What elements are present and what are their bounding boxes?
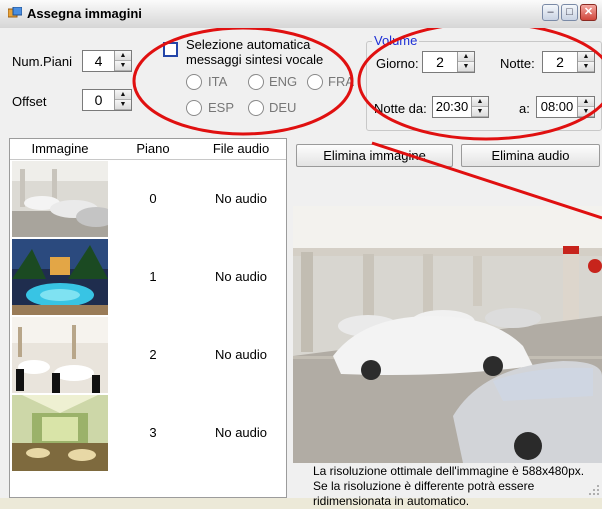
- offset-value: 0: [94, 92, 103, 108]
- num-piani-value: 4: [94, 53, 103, 69]
- row-piano: 0: [149, 191, 157, 206]
- table-row[interactable]: 2 No audio: [10, 316, 286, 394]
- giorno-value: 2: [436, 54, 444, 70]
- delete-audio-button[interactable]: Elimina audio: [461, 144, 600, 167]
- num-piani-stepper[interactable]: 4 ▲ ▼: [82, 50, 132, 72]
- minimize-button[interactable]: –: [542, 4, 559, 21]
- client-area: Num.Piani 4 ▲ ▼ Offset 0 ▲ ▼ Selezione a…: [0, 28, 602, 508]
- radio-ita[interactable]: [186, 74, 202, 90]
- notte-stepper[interactable]: 2 ▲ ▼: [542, 51, 595, 73]
- table-row[interactable]: 3 No audio: [10, 394, 286, 472]
- auto-selection-label-line1: Selezione automatica: [186, 37, 311, 52]
- giorno-arrows[interactable]: ▲ ▼: [457, 52, 474, 72]
- auto-selection-label-line2: messaggi sintesi vocale: [186, 52, 324, 67]
- column-header-immagine[interactable]: Immagine: [10, 141, 110, 156]
- maximize-button[interactable]: □: [561, 4, 578, 21]
- a-time[interactable]: 08:00 ▲ ▼: [536, 96, 595, 118]
- spin-down-icon[interactable]: ▼: [578, 107, 594, 117]
- spin-up-icon[interactable]: ▲: [115, 90, 131, 100]
- spin-up-icon[interactable]: ▲: [578, 52, 594, 62]
- spin-down-icon[interactable]: ▼: [115, 100, 131, 110]
- row-audio: No audio: [214, 269, 268, 284]
- grid-header: Immagine Piano File audio: [10, 139, 286, 160]
- row-audio: No audio: [214, 425, 268, 440]
- parking-garage-preview: [293, 206, 602, 463]
- offset-label: Offset: [12, 94, 47, 109]
- app-icon: [8, 7, 22, 18]
- resize-grip-icon[interactable]: [588, 484, 600, 496]
- radio-deu[interactable]: [248, 100, 264, 116]
- column-header-piano[interactable]: Piano: [110, 141, 196, 156]
- notte-da-label: Notte da:: [374, 101, 427, 116]
- volume-legend: Volume: [372, 33, 420, 48]
- notte-da-time[interactable]: 20:30 ▲ ▼: [432, 96, 489, 118]
- spin-up-icon[interactable]: ▲: [472, 97, 488, 107]
- radio-eng-label: ENG: [269, 74, 298, 89]
- row-piano: 3: [149, 425, 157, 440]
- spin-down-icon[interactable]: ▼: [578, 62, 594, 72]
- notte-da-value: 20:30: [435, 99, 469, 114]
- radio-esp-label: ESP: [208, 100, 235, 115]
- radio-fra[interactable]: [307, 74, 323, 90]
- notte-arrows[interactable]: ▲ ▼: [577, 52, 594, 72]
- table-row[interactable]: 1 No audio: [10, 238, 286, 316]
- giorno-stepper[interactable]: 2 ▲ ▼: [422, 51, 475, 73]
- pool-resort-thumbnail: [12, 239, 108, 315]
- offset-stepper[interactable]: 0 ▲ ▼: [82, 89, 132, 111]
- radio-ita-label: ITA: [208, 74, 228, 89]
- radio-deu-label: DEU: [269, 100, 297, 115]
- radio-fra-label: FRA: [328, 74, 354, 89]
- row-audio: No audio: [214, 191, 268, 206]
- delete-image-button[interactable]: Elimina immagine: [296, 144, 453, 167]
- num-piani-arrows[interactable]: ▲ ▼: [114, 51, 131, 71]
- parking-garage-thumbnail: [12, 161, 108, 237]
- banquet-hall-thumbnail: [12, 317, 108, 393]
- atrium-hall-thumbnail: [12, 395, 108, 471]
- spin-up-icon[interactable]: ▲: [578, 97, 594, 107]
- spin-down-icon[interactable]: ▼: [458, 62, 474, 72]
- spin-down-icon[interactable]: ▼: [115, 61, 131, 71]
- notte-value: 2: [556, 54, 564, 70]
- giorno-label: Giorno:: [376, 56, 419, 71]
- radio-eng[interactable]: [248, 74, 264, 90]
- image-grid[interactable]: Immagine Piano File audio 0 No audio 1 N…: [9, 138, 287, 498]
- title-bar[interactable]: Assegna immagini – □ ✕: [0, 0, 602, 29]
- a-label: a:: [519, 101, 530, 116]
- a-arrows[interactable]: ▲ ▼: [577, 97, 594, 117]
- a-value: 08:00: [540, 99, 574, 114]
- row-piano: 1: [149, 269, 157, 284]
- column-header-file-audio[interactable]: File audio: [196, 141, 286, 156]
- radio-esp[interactable]: [186, 100, 202, 116]
- resolution-note: La risoluzione ottimale dell'immagine è …: [313, 464, 585, 508]
- auto-selection-checkbox[interactable]: [163, 42, 178, 57]
- spin-up-icon[interactable]: ▲: [458, 52, 474, 62]
- table-row[interactable]: 0 No audio: [10, 160, 286, 238]
- window-title: Assegna immagini: [27, 6, 142, 21]
- close-button[interactable]: ✕: [580, 4, 597, 21]
- offset-arrows[interactable]: ▲ ▼: [114, 90, 131, 110]
- spin-down-icon[interactable]: ▼: [472, 107, 488, 117]
- num-piani-label: Num.Piani: [12, 54, 72, 69]
- notte-label: Notte:: [500, 56, 535, 71]
- row-audio: No audio: [214, 347, 268, 362]
- spin-up-icon[interactable]: ▲: [115, 51, 131, 61]
- notte-da-arrows[interactable]: ▲ ▼: [471, 97, 488, 117]
- row-piano: 2: [149, 347, 157, 362]
